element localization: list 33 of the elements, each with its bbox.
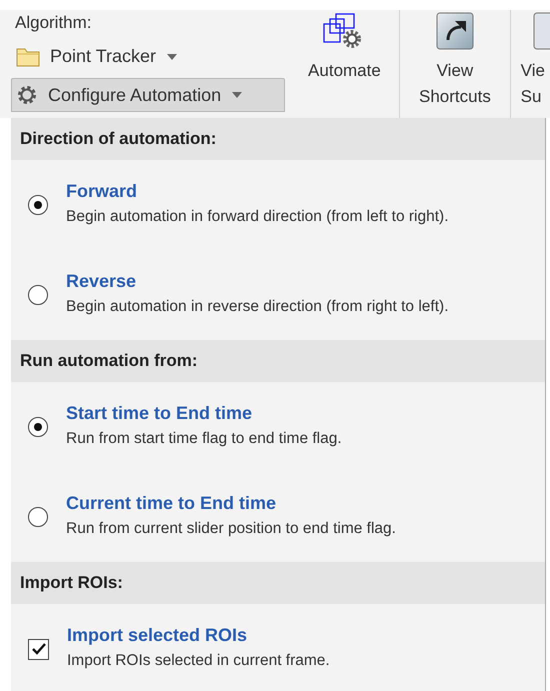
radio-button[interactable] [28, 417, 48, 437]
section-header: Direction of automation: [11, 118, 545, 160]
option-title: Start time to End time [66, 402, 254, 424]
section-header: Import ROIs: [11, 562, 545, 604]
option-description: Begin automation in reverse direction (from right to left). [66, 298, 449, 316]
menu-option[interactable]: Forward Begin automation in forward direction (from left to right). [11, 160, 545, 250]
radio-button[interactable] [28, 285, 48, 305]
option-title: Forward [66, 180, 138, 202]
algorithm-label: Algorithm: [14, 12, 93, 34]
radio-button[interactable] [28, 195, 48, 215]
folder-icon [16, 46, 40, 66]
option-title: Reverse [66, 270, 138, 292]
view-shortcuts-button[interactable]: View Shortcuts [400, 10, 510, 118]
menu-option[interactable]: Start time to End time Run from start time flag to end time flag. [11, 382, 545, 472]
menu-option[interactable]: Current time to End time Run from current slider position to end time flag. [11, 472, 545, 562]
radio-button[interactable] [28, 507, 48, 527]
gear-icon [16, 84, 38, 106]
configure-automation-dropdown[interactable]: Configure Automation [11, 78, 285, 112]
option-description: Import ROIs selected in current frame. [67, 652, 330, 670]
caret-icon [231, 91, 244, 99]
menu-option[interactable]: Import selected ROIs Import ROIs selected in current frame. [11, 604, 545, 691]
checkbox[interactable] [28, 638, 49, 660]
option-description: Run from start time flag to end time flag. [66, 430, 342, 448]
option-title: Current time to End time [66, 492, 278, 514]
algorithm-dropdown[interactable]: Point Tracker [11, 40, 290, 73]
section-header: Run automation from: [11, 340, 545, 382]
menu-option[interactable]: Reverse Begin automation in reverse direction (from right to left). [11, 250, 545, 340]
option-title: Import selected ROIs [67, 624, 248, 646]
toolbar-button[interactable]: Vie Su [510, 10, 550, 118]
automate-button[interactable]: Automate [290, 10, 400, 118]
option-description: Run from current slider position to end time flag. [66, 520, 396, 538]
caret-icon [166, 52, 178, 60]
option-description: Begin automation in forward direction (from left to right). [66, 208, 449, 226]
